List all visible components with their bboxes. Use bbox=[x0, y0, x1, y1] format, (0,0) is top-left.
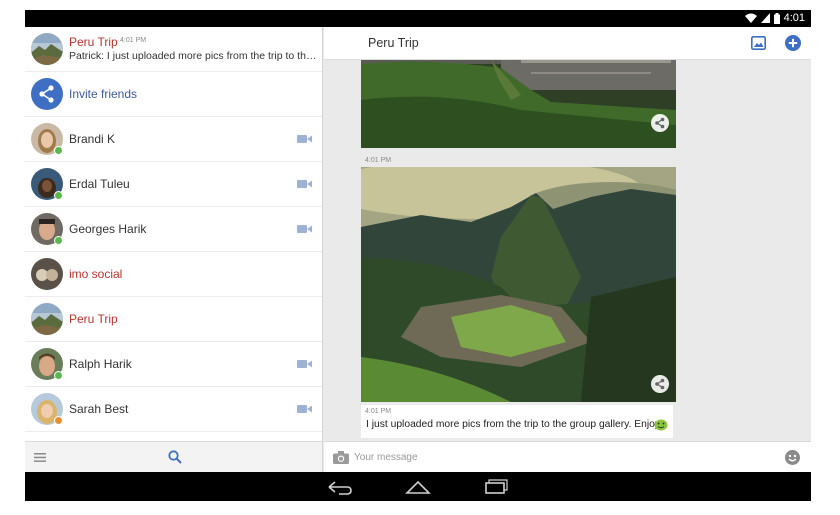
avatar bbox=[31, 258, 63, 290]
shared-photo[interactable] bbox=[361, 50, 676, 148]
avatar bbox=[31, 303, 63, 335]
contact-name: Brandi K bbox=[69, 132, 116, 146]
contact-name: Georges Harik bbox=[69, 222, 147, 236]
avatar bbox=[31, 33, 63, 65]
message-input[interactable] bbox=[354, 448, 764, 467]
home-icon[interactable] bbox=[403, 478, 433, 496]
system-navigation-bar bbox=[25, 472, 811, 501]
wifi-icon bbox=[744, 13, 757, 23]
message-bubble: 4:01 PM I just uploaded more pics from t… bbox=[361, 405, 673, 438]
contact-item-georges-harik[interactable]: Georges Harik bbox=[25, 207, 322, 252]
share-icon[interactable] bbox=[651, 375, 669, 393]
share-icon[interactable] bbox=[651, 114, 669, 132]
chat-title: Peru Trip bbox=[368, 36, 419, 50]
contact-name: Peru Trip bbox=[69, 312, 118, 326]
video-call-icon[interactable] bbox=[297, 225, 312, 233]
emoji-sticker-icon bbox=[654, 419, 668, 431]
conversation-item-peru-trip-active[interactable]: Peru Trip 4:01 PM Patrick: I just upload… bbox=[25, 27, 322, 72]
online-status-badge bbox=[54, 236, 63, 245]
recents-icon[interactable] bbox=[481, 478, 511, 496]
online-status-badge bbox=[54, 371, 63, 380]
contact-name: imo social bbox=[69, 267, 123, 281]
message-timestamp: 4:01 PM bbox=[365, 408, 392, 415]
menu-icon[interactable] bbox=[34, 453, 46, 462]
chat-pane: Peru Trip 4:01 PM 4:01 PM I just uploade… bbox=[324, 27, 811, 472]
contact-item-erdal-tuleu[interactable]: Erdal Tuleu bbox=[25, 162, 322, 207]
video-call-icon[interactable] bbox=[297, 405, 312, 413]
status-time: 4:01 bbox=[783, 12, 805, 24]
signal-icon bbox=[760, 13, 770, 23]
search-icon[interactable] bbox=[168, 450, 182, 464]
add-icon[interactable] bbox=[785, 35, 801, 51]
contact-name: Ralph Harik bbox=[69, 357, 132, 371]
tablet-screen: 4:01 Peru Trip 4:01 PM Patrick: I just u… bbox=[25, 10, 811, 501]
contact-item-ralph-harik[interactable]: Ralph Harik bbox=[25, 342, 322, 387]
back-icon[interactable] bbox=[325, 478, 355, 496]
invite-friends-item[interactable]: Invite friends bbox=[25, 72, 322, 117]
contact-item-sarah-best[interactable]: Sarah Best bbox=[25, 387, 322, 432]
video-call-icon[interactable] bbox=[297, 360, 312, 368]
photo-timestamp: 4:01 PM bbox=[365, 157, 392, 164]
emoji-icon[interactable] bbox=[785, 450, 800, 465]
contact-name: Erdal Tuleu bbox=[69, 177, 130, 191]
conversation-list: Peru Trip 4:01 PM Patrick: I just upload… bbox=[25, 27, 323, 472]
contact-item-imo-social[interactable]: imo social bbox=[25, 252, 322, 297]
status-bar: 4:01 bbox=[25, 10, 811, 27]
conversation-time: 4:01 PM bbox=[120, 37, 147, 44]
camera-icon[interactable] bbox=[333, 451, 349, 464]
video-call-icon[interactable] bbox=[297, 180, 312, 188]
left-bottom-bar bbox=[25, 441, 322, 472]
battery-icon bbox=[773, 12, 780, 24]
last-message-preview: Patrick: I just uploaded more pics from … bbox=[69, 50, 319, 62]
shared-photo[interactable] bbox=[361, 167, 676, 402]
message-composer bbox=[324, 441, 811, 472]
conversation-title: Peru Trip bbox=[69, 35, 118, 49]
online-status-badge bbox=[54, 191, 63, 200]
video-call-icon[interactable] bbox=[297, 135, 312, 143]
chat-header: Peru Trip bbox=[324, 27, 811, 60]
gallery-icon[interactable] bbox=[751, 36, 766, 50]
invite-friends-label: Invite friends bbox=[69, 87, 138, 101]
share-icon bbox=[31, 78, 63, 110]
message-text: I just uploaded more pics from the trip … bbox=[366, 419, 663, 430]
contact-item-brandi-k[interactable]: Brandi K bbox=[25, 117, 322, 162]
contact-name: Sarah Best bbox=[69, 402, 129, 416]
online-status-badge bbox=[54, 146, 63, 155]
away-status-badge bbox=[54, 416, 63, 425]
contact-item-peru-trip[interactable]: Peru Trip bbox=[25, 297, 322, 342]
